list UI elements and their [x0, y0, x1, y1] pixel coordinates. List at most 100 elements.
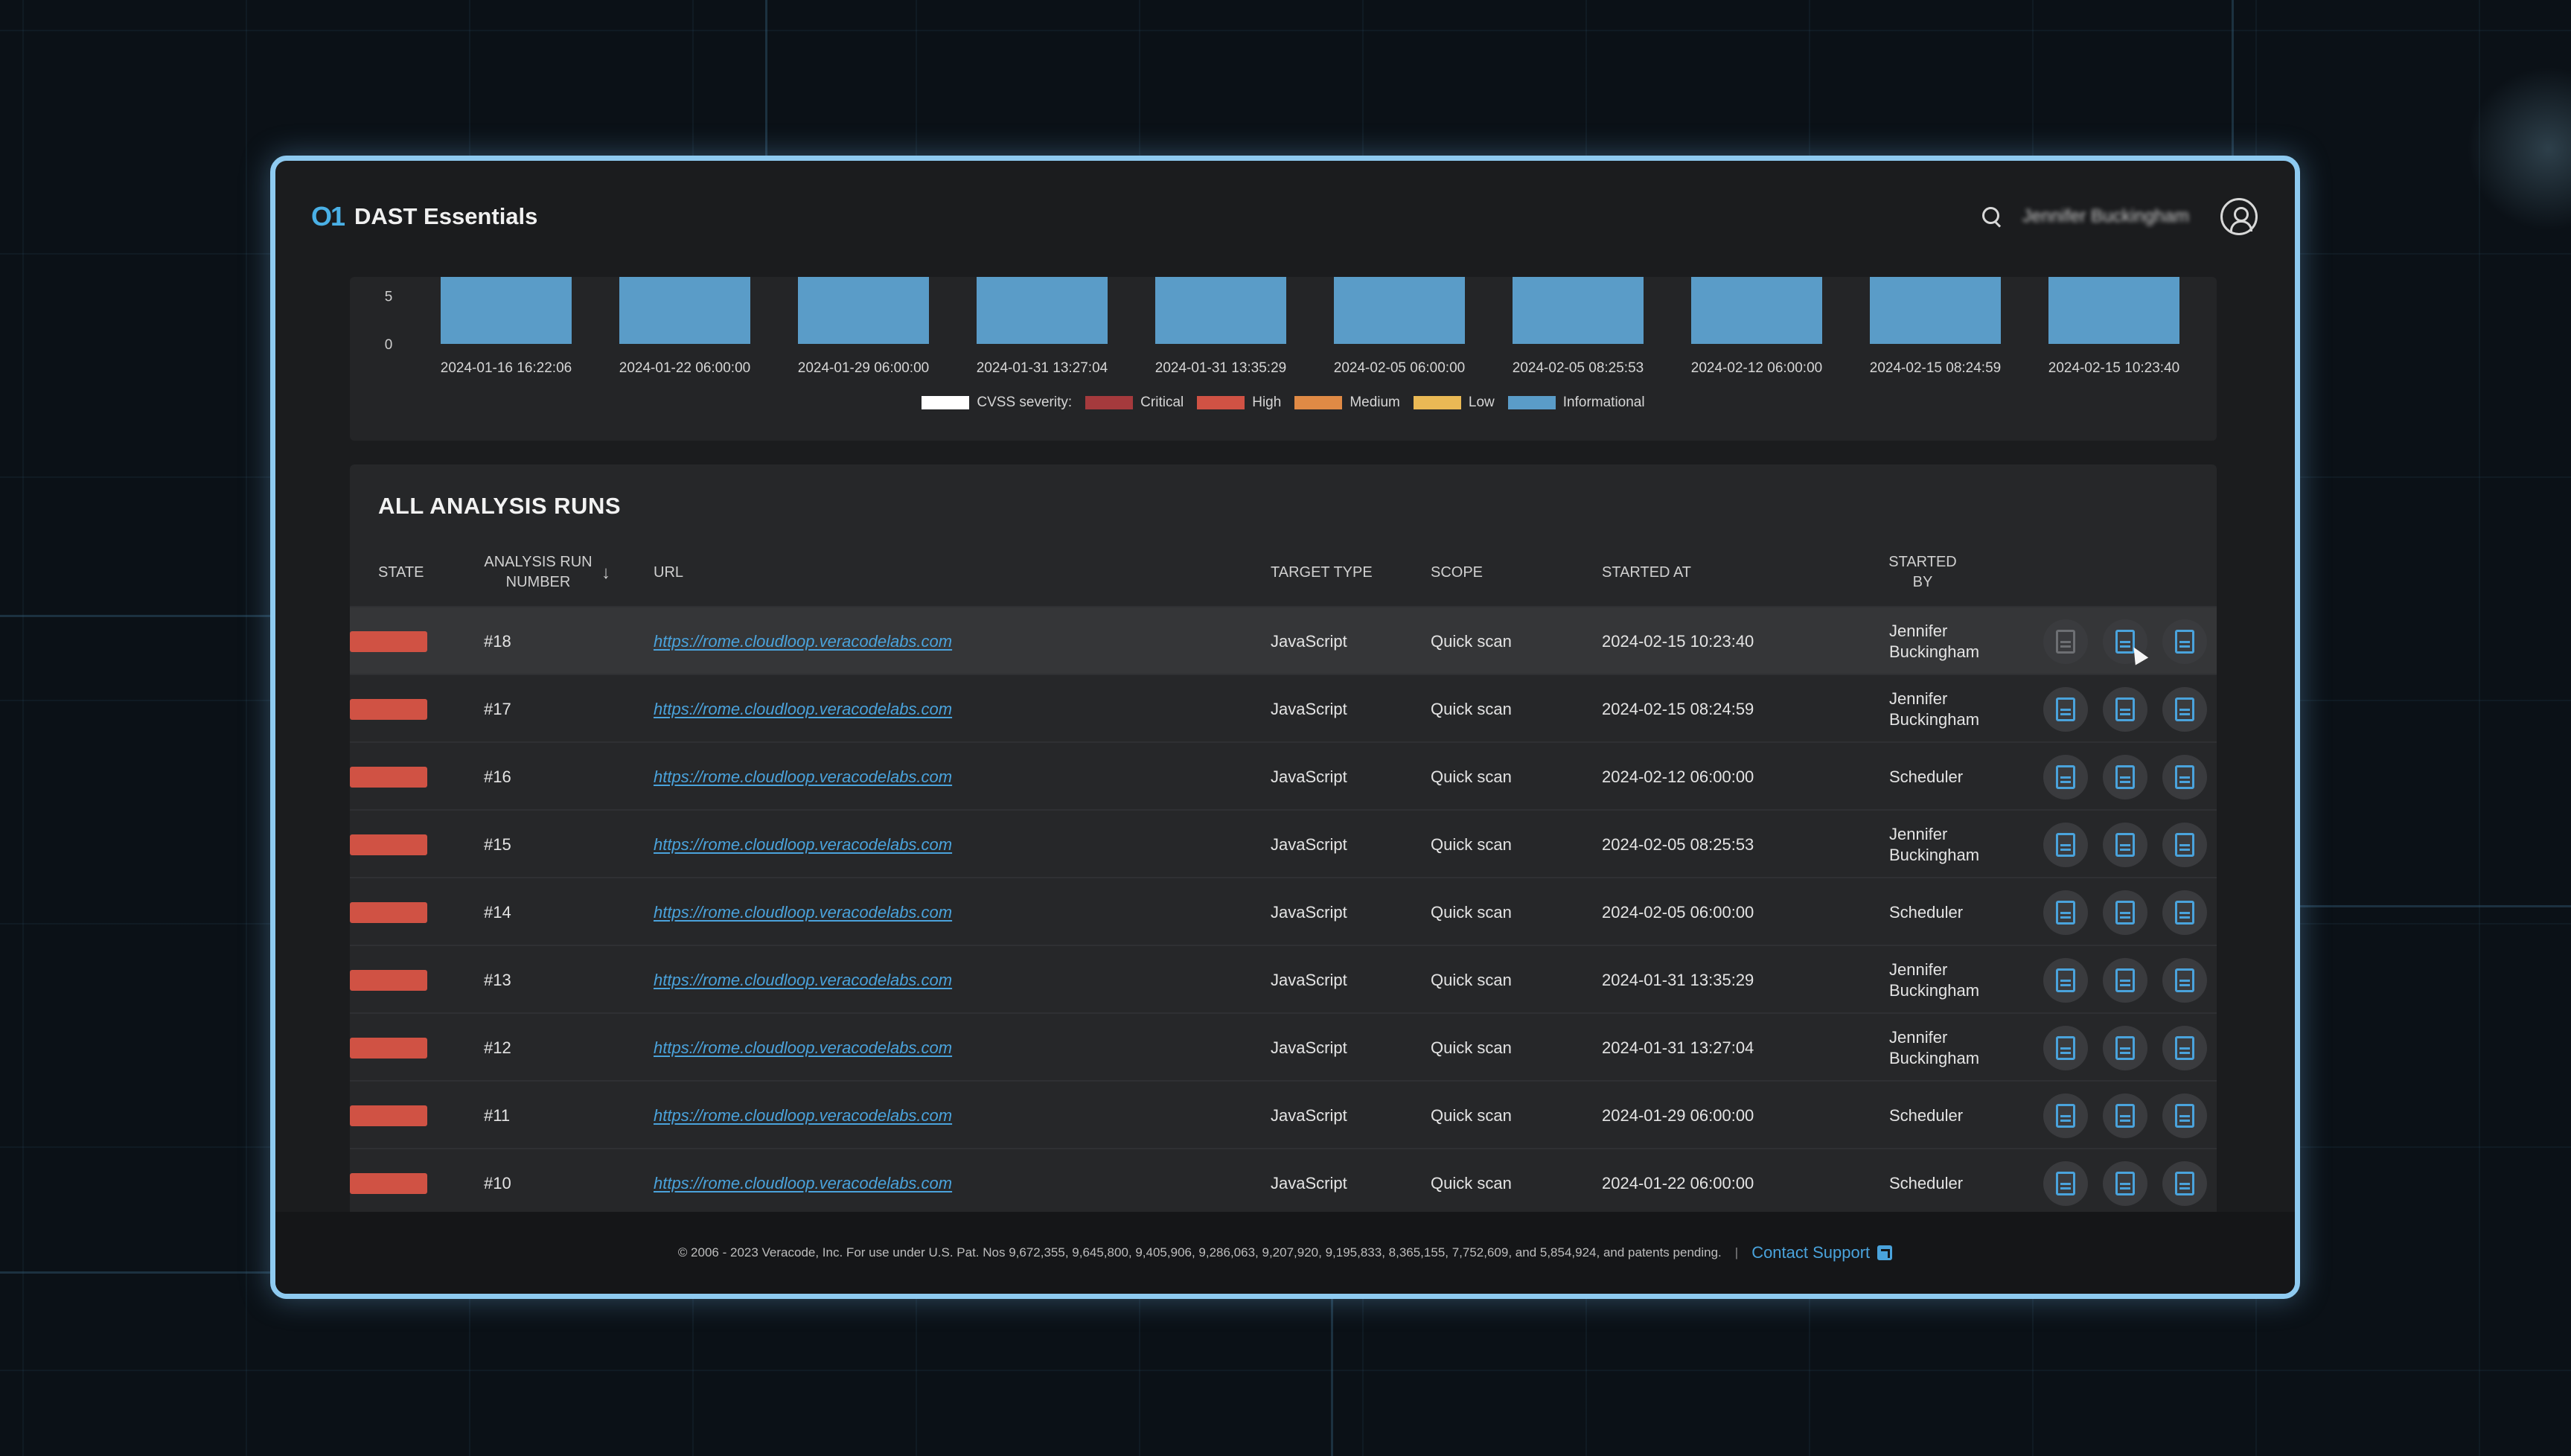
run-url-link[interactable]: https://rome.cloudloop.veracodelabs.com	[654, 1105, 952, 1126]
state-cell	[350, 1149, 427, 1216]
legend-swatch	[1507, 396, 1556, 409]
background-line	[2300, 905, 2571, 907]
started-by: Jennifer Buckingham	[1889, 689, 1980, 729]
run-url-link[interactable]: https://rome.cloudloop.veracodelabs.com	[654, 902, 952, 923]
document-icon	[2056, 832, 2075, 857]
header-state: STATE	[378, 563, 424, 581]
table-row[interactable]: #18 https://rome.cloudloop.veracodelabs.c…	[350, 606, 2217, 674]
report-actions	[2043, 1093, 2207, 1138]
run-url-link[interactable]: https://rome.cloudloop.veracodelabs.com	[654, 1173, 952, 1194]
report-pdf-button[interactable]	[2043, 619, 2088, 664]
user-avatar-icon[interactable]	[2220, 198, 2258, 235]
report-xml-button[interactable]	[2162, 957, 2207, 1003]
app-header: O1 DAST Essentials Jennifer Buckingham	[275, 161, 2295, 272]
chart-bar[interactable]	[1870, 277, 2001, 344]
sort-descending-icon[interactable]: ↓	[601, 563, 610, 583]
run-url-link[interactable]: https://rome.cloudloop.veracodelabs.com	[654, 631, 952, 652]
chart-bar[interactable]	[977, 277, 1108, 344]
target-type: JavaScript	[1271, 902, 1347, 922]
run-url-link[interactable]: https://rome.cloudloop.veracodelabs.com	[654, 1038, 952, 1059]
report-xml-button[interactable]	[2162, 1093, 2207, 1138]
state-cell	[350, 878, 427, 946]
scope: Quick scan	[1431, 970, 1512, 989]
report-pdf-button[interactable]	[2043, 754, 2088, 799]
state-cell	[350, 675, 427, 743]
report-xml-button[interactable]	[2162, 686, 2207, 732]
scope: Quick scan	[1431, 902, 1512, 922]
table-row[interactable]: #15 https://rome.cloudloop.veracodelabs.c…	[350, 809, 2217, 877]
chart-bar[interactable]	[1513, 277, 1644, 344]
brand[interactable]: O1 DAST Essentials	[311, 201, 537, 232]
legend-item-informational[interactable]: Informational	[1507, 395, 1645, 411]
report-xml-button[interactable]	[2162, 1160, 2207, 1206]
app-window: O1 DAST Essentials Jennifer Buckingham 0…	[270, 156, 2300, 1299]
report-pdf-button[interactable]	[2043, 957, 2088, 1003]
chart-bar[interactable]	[619, 277, 750, 344]
state-badge	[350, 969, 427, 991]
run-url-link[interactable]: https://rome.cloudloop.veracodelabs.com	[654, 699, 952, 720]
state-badge	[350, 766, 427, 788]
report-xml-button[interactable]	[2162, 822, 2207, 867]
legend-item-critical[interactable]: Critical	[1085, 395, 1184, 411]
search-icon[interactable]	[1981, 205, 2003, 228]
report-pdf-button[interactable]	[2043, 822, 2088, 867]
target-type: JavaScript	[1271, 970, 1347, 989]
report-html-button[interactable]	[2103, 822, 2147, 867]
run-url-link[interactable]: https://rome.cloudloop.veracodelabs.com	[654, 970, 952, 991]
report-html-button[interactable]	[2103, 1025, 2147, 1070]
report-pdf-button[interactable]	[2043, 686, 2088, 732]
chart-bar[interactable]	[441, 277, 572, 344]
chart-bar[interactable]	[1691, 277, 1822, 344]
row-actions	[2043, 946, 2207, 1014]
report-html-button[interactable]	[2103, 686, 2147, 732]
chart-bar[interactable]	[1155, 277, 1286, 344]
report-html-button[interactable]	[2103, 890, 2147, 935]
chart-bar[interactable]	[1334, 277, 1465, 344]
table-row[interactable]: #16 https://rome.cloudloop.veracodelabs.c…	[350, 741, 2217, 809]
contact-support-link[interactable]: Contact Support	[1751, 1243, 1893, 1262]
report-pdf-button[interactable]	[2043, 890, 2088, 935]
legend-item-low[interactable]: Low	[1413, 395, 1495, 411]
legend-item-medium[interactable]: Medium	[1294, 395, 1400, 411]
legend-swatch	[1197, 396, 1245, 409]
header-scope: SCOPE	[1431, 563, 1483, 581]
report-html-button[interactable]	[2103, 754, 2147, 799]
run-url-link[interactable]: https://rome.cloudloop.veracodelabs.com	[654, 834, 952, 855]
row-actions	[2043, 607, 2207, 675]
report-xml-button[interactable]	[2162, 754, 2207, 799]
document-icon	[2175, 832, 2194, 857]
table-row[interactable]: #17 https://rome.cloudloop.veracodelabs.c…	[350, 674, 2217, 741]
table-row[interactable]: #12 https://rome.cloudloop.veracodelabs.c…	[350, 1012, 2217, 1080]
report-actions	[2043, 1160, 2207, 1206]
report-xml-button[interactable]	[2162, 890, 2207, 935]
report-pdf-button[interactable]	[2043, 1025, 2088, 1070]
legend-label: Low	[1468, 395, 1495, 410]
target-type: JavaScript	[1271, 767, 1347, 786]
report-html-button[interactable]	[2103, 1160, 2147, 1206]
table-row[interactable]: #13 https://rome.cloudloop.veracodelabs.c…	[350, 945, 2217, 1012]
report-pdf-button[interactable]	[2043, 1093, 2088, 1138]
report-html-button[interactable]	[2103, 1093, 2147, 1138]
table-row[interactable]: #11 https://rome.cloudloop.veracodelabs.c…	[350, 1080, 2217, 1148]
chart-bar[interactable]	[2048, 277, 2179, 344]
document-icon	[2056, 968, 2075, 992]
document-icon	[2056, 1103, 2075, 1128]
run-url-link[interactable]: https://rome.cloudloop.veracodelabs.com	[654, 767, 952, 788]
report-pdf-button[interactable]	[2043, 1160, 2088, 1206]
legend-item-high[interactable]: High	[1197, 395, 1281, 411]
started-at: 2024-01-31 13:35:29	[1602, 970, 1754, 989]
x-tick-label: 2024-01-31 13:35:29	[1155, 360, 1286, 376]
report-actions	[2043, 686, 2207, 732]
background-line	[0, 1271, 275, 1274]
user-name[interactable]: Jennifer Buckingham	[2022, 206, 2201, 227]
document-icon	[2115, 697, 2135, 721]
table-row[interactable]: #10 https://rome.cloudloop.veracodelabs.c…	[350, 1148, 2217, 1216]
report-xml-button[interactable]	[2162, 1025, 2207, 1070]
table-row[interactable]: #14 https://rome.cloudloop.veracodelabs.c…	[350, 877, 2217, 945]
header-run-number[interactable]: ANALYSIS RUN NUMBER ↓	[484, 539, 610, 606]
report-html-button[interactable]	[2103, 957, 2147, 1003]
chart-bar[interactable]	[798, 277, 929, 344]
report-xml-button[interactable]	[2162, 619, 2207, 664]
document-icon	[2115, 968, 2135, 992]
document-icon	[2056, 764, 2075, 789]
